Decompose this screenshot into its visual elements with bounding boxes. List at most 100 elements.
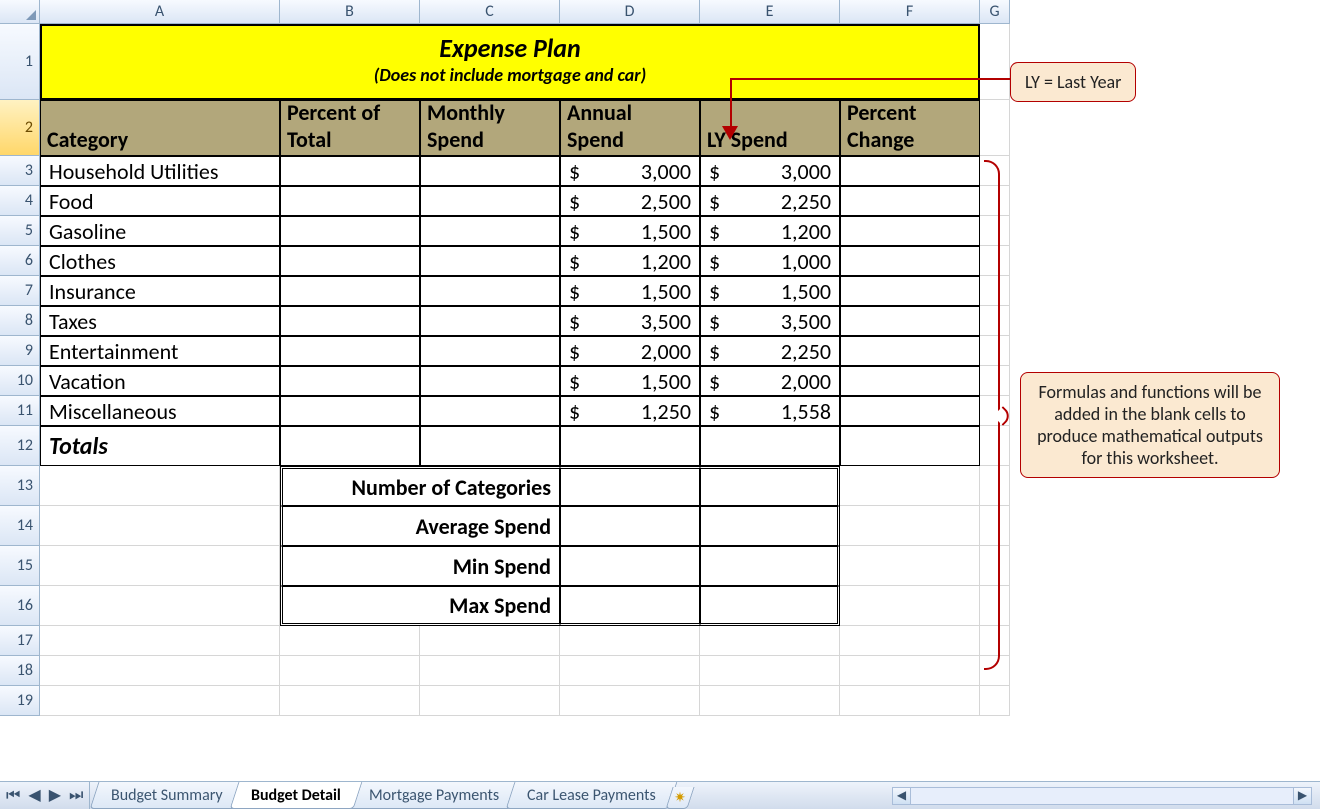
header-category[interactable]: Category	[40, 100, 280, 156]
row-header-16[interactable]: 16	[0, 586, 40, 626]
cell-A18[interactable]	[40, 656, 280, 686]
cell-A13[interactable]	[40, 466, 280, 506]
cell-D19[interactable]	[560, 686, 700, 716]
cell-F15[interactable]	[840, 546, 980, 586]
row-header-12[interactable]: 12	[0, 426, 40, 466]
row-header-11[interactable]: 11	[0, 396, 40, 426]
cell-F3[interactable]	[840, 156, 980, 186]
column-header-G[interactable]: G	[980, 0, 1010, 24]
cell-F17[interactable]	[840, 626, 980, 656]
tab-nav-prev-icon[interactable]: ◀	[28, 785, 40, 805]
row-header-19[interactable]: 19	[0, 686, 40, 716]
cell-D4-annual-spend[interactable]: $2,500	[560, 186, 700, 216]
header-annual-spend[interactable]: Annual Spend	[560, 100, 700, 156]
cell-E14[interactable]	[700, 506, 840, 546]
cell-G2[interactable]	[980, 100, 1010, 156]
column-header-C[interactable]: C	[420, 0, 560, 24]
cell-E4-ly-spend[interactable]: $2,250	[700, 186, 840, 216]
row-header-13[interactable]: 13	[0, 466, 40, 506]
tab-nav-first-icon[interactable]: ⏮	[6, 786, 20, 805]
cell-D18[interactable]	[560, 656, 700, 686]
cell-E9-ly-spend[interactable]: $2,250	[700, 336, 840, 366]
cell-C12[interactable]	[420, 426, 560, 466]
header-percent-change[interactable]: Percent Change	[840, 100, 980, 156]
stat-label-13[interactable]: Number of Categories	[280, 466, 560, 506]
cell-A3-category[interactable]: Household Utilities	[40, 156, 280, 186]
cell-D9-annual-spend[interactable]: $2,000	[560, 336, 700, 366]
cell-C19[interactable]	[420, 686, 560, 716]
cell-C4[interactable]	[420, 186, 560, 216]
cell-D6-annual-spend[interactable]: $1,200	[560, 246, 700, 276]
cell-E5-ly-spend[interactable]: $1,200	[700, 216, 840, 246]
sheet-tab-budget-summary[interactable]: Budget Summary	[90, 782, 244, 809]
hscroll-right-icon[interactable]: ▶	[1293, 788, 1311, 804]
cell-F11[interactable]	[840, 396, 980, 426]
cell-F14[interactable]	[840, 506, 980, 546]
cell-E13[interactable]	[700, 466, 840, 506]
cell-C5[interactable]	[420, 216, 560, 246]
stat-label-15[interactable]: Min Spend	[280, 546, 560, 586]
cell-B7[interactable]	[280, 276, 420, 306]
row-header-2[interactable]: 2	[0, 100, 40, 156]
select-all-corner[interactable]	[0, 0, 40, 24]
cell-B18[interactable]	[280, 656, 420, 686]
cell-C7[interactable]	[420, 276, 560, 306]
cell-E16[interactable]	[700, 586, 840, 626]
cell-C8[interactable]	[420, 306, 560, 336]
cell-B10[interactable]	[280, 366, 420, 396]
cell-A7-category[interactable]: Insurance	[40, 276, 280, 306]
column-header-B[interactable]: B	[280, 0, 420, 24]
cell-G19[interactable]	[980, 686, 1010, 716]
row-header-14[interactable]: 14	[0, 506, 40, 546]
cell-A15[interactable]	[40, 546, 280, 586]
row-header-1[interactable]: 1	[0, 24, 40, 100]
cell-A10-category[interactable]: Vacation	[40, 366, 280, 396]
cell-B17[interactable]	[280, 626, 420, 656]
cell-B3[interactable]	[280, 156, 420, 186]
cell-E6-ly-spend[interactable]: $1,000	[700, 246, 840, 276]
cell-F4[interactable]	[840, 186, 980, 216]
cell-D15[interactable]	[560, 546, 700, 586]
sheet-tab-mortgage-payments[interactable]: Mortgage Payments	[348, 782, 521, 809]
tab-nav-last-icon[interactable]: ⏭	[69, 786, 83, 805]
row-header-8[interactable]: 8	[0, 306, 40, 336]
cell-A9-category[interactable]: Entertainment	[40, 336, 280, 366]
cell-E3-ly-spend[interactable]: $3,000	[700, 156, 840, 186]
row-header-18[interactable]: 18	[0, 656, 40, 686]
cell-B19[interactable]	[280, 686, 420, 716]
cell-F5[interactable]	[840, 216, 980, 246]
tab-nav-next-icon[interactable]: ▶	[49, 785, 61, 805]
column-header-D[interactable]: D	[560, 0, 700, 24]
cell-E17[interactable]	[700, 626, 840, 656]
cell-E10-ly-spend[interactable]: $2,000	[700, 366, 840, 396]
cell-C10[interactable]	[420, 366, 560, 396]
cell-A5-category[interactable]: Gasoline	[40, 216, 280, 246]
cell-C18[interactable]	[420, 656, 560, 686]
column-header-A[interactable]: A	[40, 0, 280, 24]
stat-label-16[interactable]: Max Spend	[280, 586, 560, 626]
cell-A8-category[interactable]: Taxes	[40, 306, 280, 336]
row-header-9[interactable]: 9	[0, 336, 40, 366]
header-monthly-spend[interactable]: Monthly Spend	[420, 100, 560, 156]
cell-D5-annual-spend[interactable]: $1,500	[560, 216, 700, 246]
cell-D8-annual-spend[interactable]: $3,500	[560, 306, 700, 336]
row-header-6[interactable]: 6	[0, 246, 40, 276]
cell-E15[interactable]	[700, 546, 840, 586]
cell-E7-ly-spend[interactable]: $1,500	[700, 276, 840, 306]
cell-C3[interactable]	[420, 156, 560, 186]
cell-C9[interactable]	[420, 336, 560, 366]
cell-E11-ly-spend[interactable]: $1,558	[700, 396, 840, 426]
cell-B12[interactable]	[280, 426, 420, 466]
cell-D12[interactable]	[560, 426, 700, 466]
cell-A4-category[interactable]: Food	[40, 186, 280, 216]
cell-F8[interactable]	[840, 306, 980, 336]
row-header-3[interactable]: 3	[0, 156, 40, 186]
row-header-4[interactable]: 4	[0, 186, 40, 216]
cell-D13[interactable]	[560, 466, 700, 506]
row-header-17[interactable]: 17	[0, 626, 40, 656]
cell-D14[interactable]	[560, 506, 700, 546]
row-header-10[interactable]: 10	[0, 366, 40, 396]
cell-D11-annual-spend[interactable]: $1,250	[560, 396, 700, 426]
cell-A14[interactable]	[40, 506, 280, 546]
column-header-F[interactable]: F	[840, 0, 980, 24]
